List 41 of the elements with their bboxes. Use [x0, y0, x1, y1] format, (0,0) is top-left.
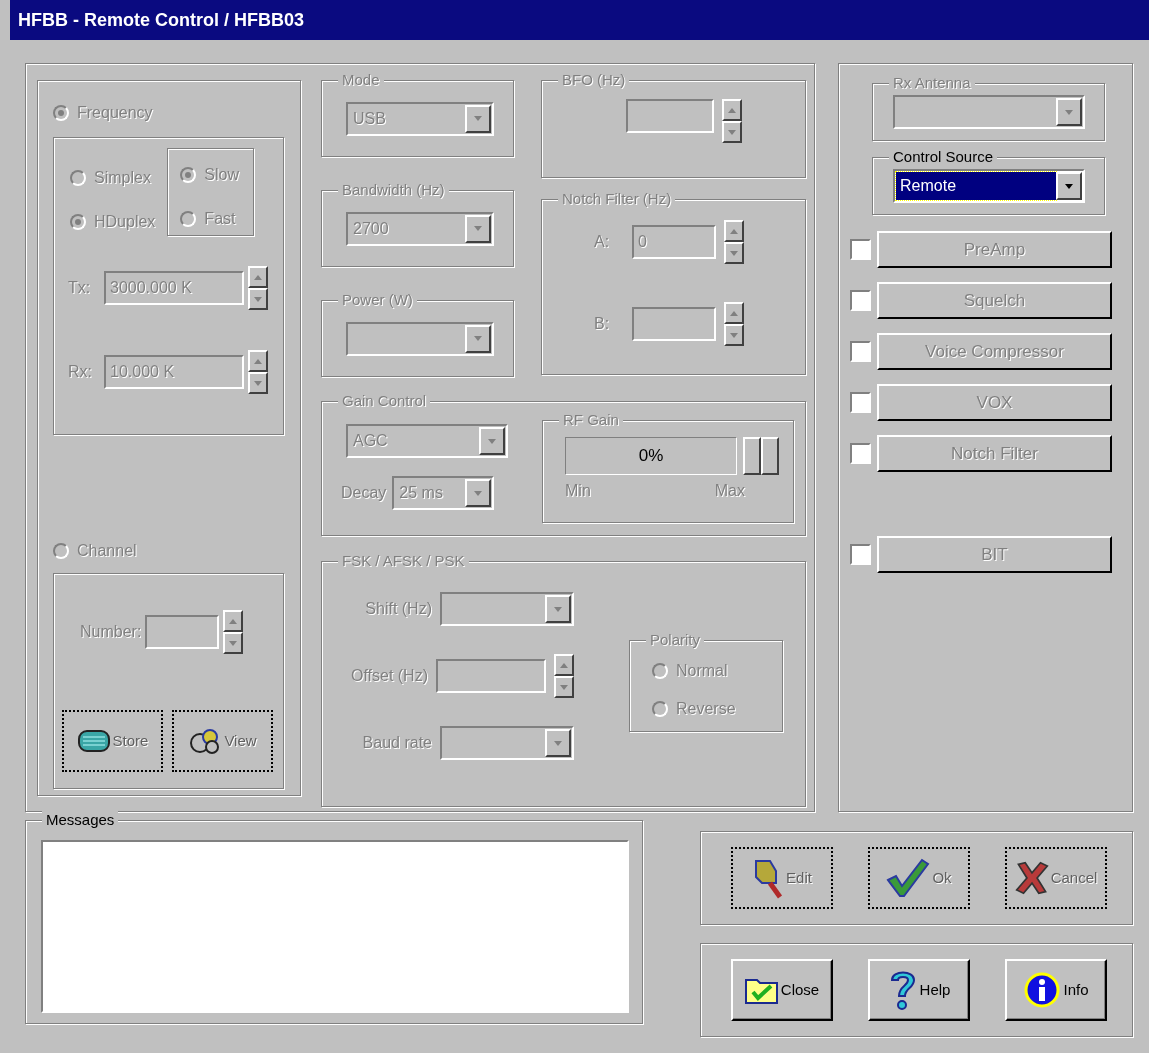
toggle-button[interactable]: BIT	[877, 536, 1112, 573]
field-label: Rx:	[68, 362, 93, 382]
radio-label: Reverse	[676, 699, 736, 719]
scale-label: Min	[565, 481, 591, 501]
field-label: A:	[594, 232, 611, 252]
group-label: BFO (Hz)	[558, 71, 630, 89]
field-label: Tx:	[68, 278, 92, 298]
text-field[interactable]: 3000.000 K	[104, 271, 244, 305]
radio-label: Normal	[676, 661, 728, 681]
field-label: Shift (Hz)	[365, 599, 432, 619]
group-label: Power (W)	[338, 291, 417, 309]
radio-label: Slow	[204, 165, 240, 185]
field-label: Number:	[80, 622, 142, 642]
toggle-button[interactable]: VOX	[877, 384, 1112, 421]
dialog-button[interactable]: Help	[868, 959, 970, 1021]
toggle-button[interactable]: Voice Compressor	[877, 333, 1112, 370]
field-label: Baud rate	[362, 733, 432, 753]
toggle-button[interactable]: PreAmp	[877, 231, 1112, 268]
group-label: Notch Filter (Hz)	[558, 190, 676, 208]
dialog-button[interactable]: Store	[62, 710, 163, 772]
toggle-button[interactable]: Squelch	[877, 282, 1112, 319]
text-field[interactable]: 10.000 K	[104, 355, 244, 389]
window-title: HFBB - Remote Control / HFBB03	[18, 8, 304, 32]
field-label: Decay	[341, 483, 387, 503]
group-label: Polarity	[646, 631, 705, 649]
meter-reading: 0%	[638, 445, 664, 468]
group-label: Messages	[42, 811, 119, 829]
field-label: B:	[594, 314, 611, 334]
scale-label: Max	[714, 481, 745, 501]
dialog-button[interactable]: Close	[731, 959, 833, 1021]
dropdown[interactable]: Remote	[893, 169, 1085, 203]
dialog-button[interactable]: View	[172, 710, 273, 772]
field-label: Offset (Hz)	[350, 666, 428, 686]
dialog-button[interactable]: Info	[1005, 959, 1107, 1021]
toggle-button[interactable]: Notch Filter	[877, 435, 1112, 472]
radio-label: Simplex	[94, 168, 151, 188]
group-label: Bandwidth (Hz)	[338, 181, 449, 199]
radio-label: HDuplex	[94, 212, 156, 232]
radio-label: Channel	[77, 541, 137, 561]
radio-label: Fast	[204, 209, 236, 229]
radio-label: Frequency	[77, 103, 153, 123]
